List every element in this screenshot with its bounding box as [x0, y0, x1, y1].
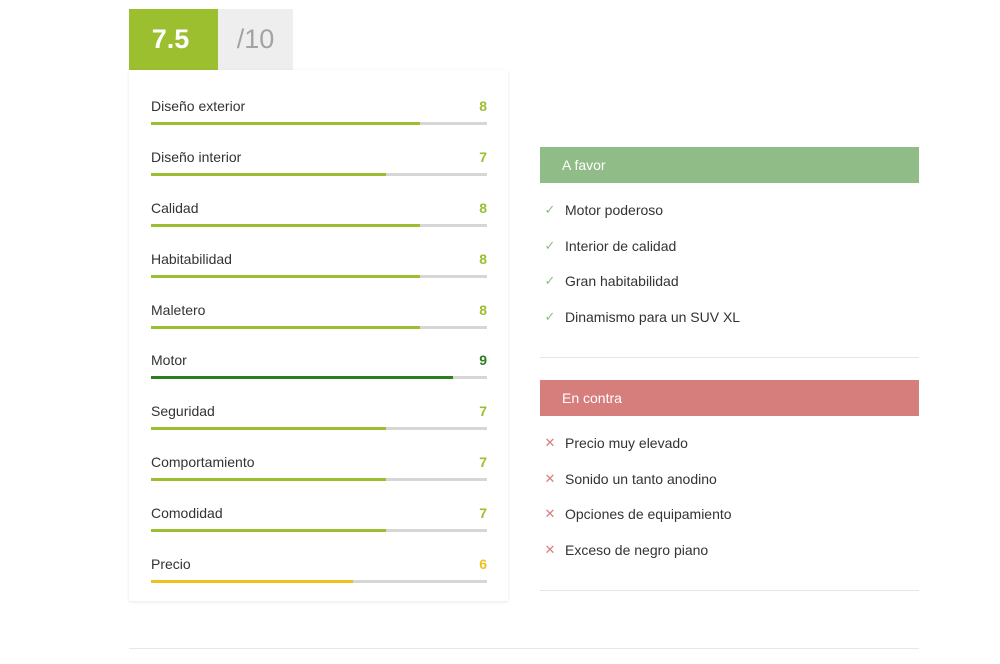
overall-score-value: 7.5	[129, 9, 218, 70]
rating-row: Diseño interior 7	[151, 148, 487, 178]
pros-item-text: Dinamismo para un SUV XL	[565, 308, 741, 325]
rating-value: 8	[479, 98, 487, 114]
cross-icon: ✕	[544, 541, 556, 557]
rating-row: Habitabilidad 8	[151, 250, 487, 280]
rating-bar	[151, 580, 487, 583]
rating-bar	[151, 529, 487, 532]
cross-icon: ✕	[544, 506, 556, 521]
rating-label: Calidad	[151, 200, 199, 216]
rating-bar-fill	[151, 326, 420, 329]
cons-item-text: Sonido un tanto anodino	[565, 470, 717, 487]
rating-row: Calidad 8	[151, 199, 487, 229]
pros-item: ✓ Motor poderoso	[540, 201, 919, 237]
cons-section: En contra ✕ Precio muy elevado ✕ Sonido un…	[540, 380, 919, 591]
rating-value: 7	[479, 149, 487, 165]
rating-label: Comportamiento	[151, 454, 255, 470]
rating-row: Comportamiento 7	[151, 453, 487, 483]
rating-bar	[151, 122, 487, 125]
rating-label: Diseño exterior	[151, 98, 246, 114]
rating-bar	[151, 478, 487, 481]
cross-icon: ✕	[544, 470, 556, 486]
rating-bar-fill	[151, 427, 387, 430]
rating-label: Comodidad	[151, 505, 223, 521]
cons-divider	[540, 590, 919, 591]
cons-item: ✕ Opciones de equipamiento	[540, 505, 919, 541]
bottom-divider	[129, 648, 919, 649]
rating-bar	[151, 376, 487, 379]
rating-bar-fill	[151, 376, 454, 379]
rating-bar	[151, 326, 487, 329]
cons-item-text: Opciones de equipamiento	[565, 506, 732, 522]
rating-label: Habitabilidad	[151, 251, 232, 267]
cons-list: ✕ Precio muy elevado ✕ Sonido un tanto ano…	[540, 416, 919, 576]
pros-header: A favor	[540, 147, 919, 183]
rating-bar	[151, 173, 487, 176]
rating-row: Precio 6	[151, 555, 487, 585]
rating-row: Seguridad 7	[151, 402, 487, 432]
cons-item: ✕ Sonido un tanto anodino	[540, 470, 919, 506]
pros-item-text: Motor poderoso	[565, 202, 664, 218]
cons-item: ✕ Precio muy elevado	[540, 434, 919, 470]
check-icon: ✓	[544, 202, 556, 217]
overall-score: 7.5 /10	[129, 9, 293, 70]
rating-bar-fill	[151, 529, 387, 532]
pros-item-text: Gran habitabilidad	[565, 273, 679, 289]
rating-value: 8	[479, 302, 487, 318]
rating-value: 6	[479, 556, 487, 572]
overall-score-max: /10	[218, 9, 293, 70]
rating-row: Maletero 8	[151, 301, 487, 331]
rating-bar-fill	[151, 224, 420, 227]
rating-value: 8	[479, 200, 487, 216]
rating-value: 8	[479, 251, 487, 267]
pros-divider	[540, 357, 919, 358]
pros-item: ✓ Gran habitabilidad	[540, 272, 919, 308]
rating-value: 7	[479, 505, 487, 521]
rating-value: 7	[479, 454, 487, 470]
rating-bar-fill	[151, 275, 420, 278]
rating-row: Motor 9	[151, 351, 487, 381]
rating-label: Seguridad	[151, 403, 215, 419]
rating-bar-fill	[151, 478, 387, 481]
check-icon: ✓	[544, 237, 556, 253]
pros-item: ✓ Interior de calidad	[540, 237, 919, 273]
rating-label: Precio	[151, 556, 191, 572]
rating-value: 9	[479, 352, 487, 368]
pros-item-text: Interior de calidad	[565, 237, 677, 254]
rating-label: Motor	[151, 352, 187, 368]
pros-list: ✓ Motor poderoso ✓ Interior de calidad ✓ Gr…	[540, 183, 919, 343]
cons-item: ✕ Exceso de negro piano	[540, 541, 919, 577]
cross-icon: ✕	[544, 435, 556, 450]
rating-bar	[151, 427, 487, 430]
rating-label: Diseño interior	[151, 149, 242, 165]
pros-item: ✓ Dinamismo para un SUV XL	[540, 308, 919, 344]
cons-item-text: Precio muy elevado	[565, 435, 688, 451]
rating-bar	[151, 224, 487, 227]
cons-item-text: Exceso de negro piano	[565, 541, 709, 558]
rating-bar	[151, 275, 487, 278]
rating-label: Maletero	[151, 302, 206, 318]
rating-bar-fill	[151, 173, 387, 176]
rating-row: Diseño exterior 8	[151, 97, 487, 127]
cons-header: En contra	[540, 380, 919, 416]
pros-section: A favor ✓ Motor poderoso ✓ Interior de cal…	[540, 147, 919, 358]
rating-bar-fill	[151, 122, 420, 125]
check-icon: ✓	[544, 273, 556, 288]
rating-value: 7	[479, 403, 487, 419]
rating-row: Comodidad 7	[151, 504, 487, 534]
rating-bar-fill	[151, 580, 353, 583]
check-icon: ✓	[544, 308, 556, 324]
ratings-panel: Diseño exterior 8 Diseño interior 7 Cali…	[129, 70, 508, 601]
